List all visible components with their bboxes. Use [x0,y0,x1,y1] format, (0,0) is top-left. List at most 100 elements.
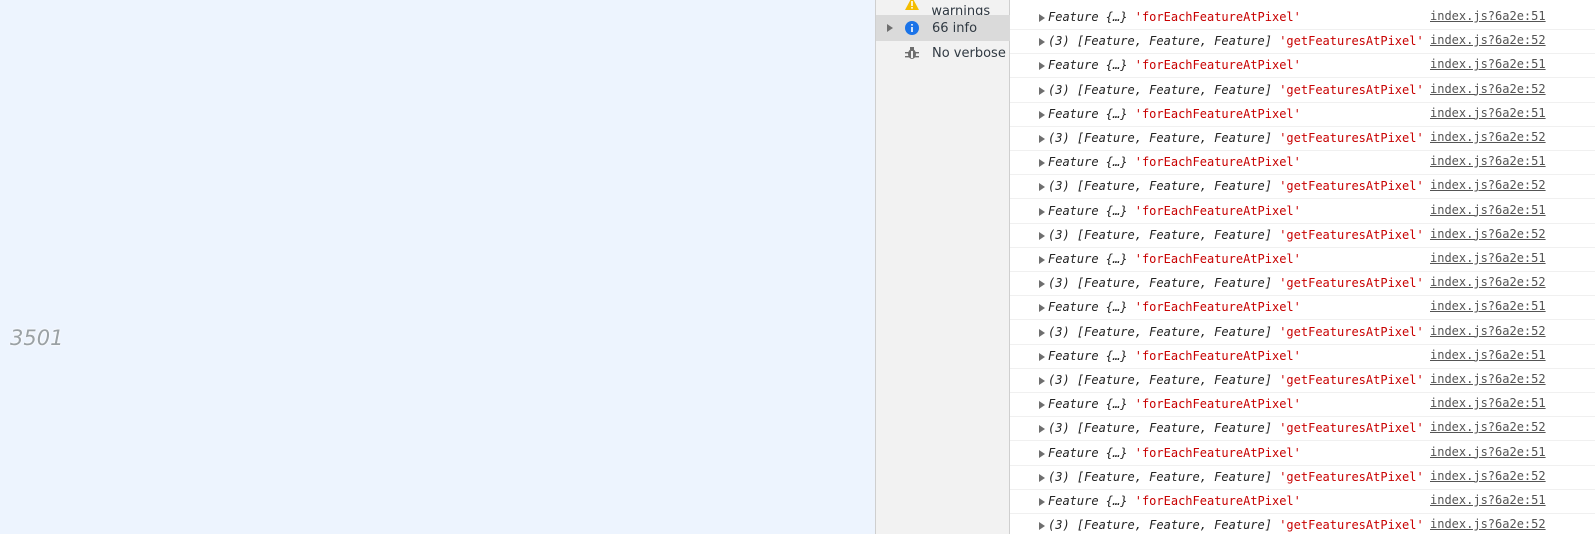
message-object[interactable]: (3) [Feature, Feature, Feature] 'getFeat… [1048,325,1424,339]
message-object[interactable]: (3) [Feature, Feature, Feature] 'getFeat… [1048,179,1424,193]
message-object[interactable]: Feature {…} 'forEachFeatureAtPixel' [1048,10,1301,24]
expand-triangle-icon[interactable] [1039,256,1045,264]
console-message-row[interactable]: (3) [Feature, Feature, Feature] 'getFeat… [1010,514,1595,534]
console-message-row[interactable]: (3) [Feature, Feature, Feature] 'getFeat… [1010,30,1595,55]
message-object-text: (3) [Feature, Feature, Feature] [1048,179,1272,194]
message-object[interactable]: Feature {…} 'forEachFeatureAtPixel' [1048,155,1301,169]
source-link[interactable]: index.js?6a2e:51 [1430,57,1546,71]
console-message-row[interactable]: Feature {…} 'forEachFeatureAtPixel' index… [1010,490,1595,514]
sidebar-item-verbose[interactable]: No verbose [876,40,1011,66]
source-link[interactable]: index.js?6a2e:51 [1430,203,1546,217]
expand-triangle-icon[interactable] [1039,231,1045,240]
console-message-row[interactable]: Feature {…} 'forEachFeatureAtPixel' index… [1010,6,1595,30]
source-link[interactable]: index.js?6a2e:52 [1430,275,1546,289]
expand-triangle-icon[interactable] [1039,183,1045,192]
console-message-row[interactable]: (3) [Feature, Feature, Feature] 'getFeat… [1010,175,1595,200]
message-object[interactable]: Feature {…} 'forEachFeatureAtPixel' [1048,58,1301,72]
message-object-text: Feature {…} [1048,494,1128,508]
message-object[interactable]: Feature {…} 'forEachFeatureAtPixel' [1048,446,1301,460]
console-message-row[interactable]: Feature {…} 'forEachFeatureAtPixel' index… [1010,296,1595,321]
console-message-row[interactable]: (3) [Feature, Feature, Feature] 'getFeat… [1010,127,1595,151]
expand-triangle-icon[interactable] [1039,401,1045,410]
source-link[interactable]: index.js?6a2e:51 [1430,493,1546,507]
source-link[interactable]: index.js?6a2e:52 [1430,324,1546,338]
source-link[interactable]: index.js?6a2e:52 [1430,227,1546,241]
console-message-row[interactable]: (3) [Feature, Feature, Feature] 'getFeat… [1010,466,1595,490]
console-message-row[interactable]: Feature {…} 'forEachFeatureAtPixel' index… [1010,442,1595,466]
console-message-row[interactable]: Feature {…} 'forEachFeatureAtPixel' index… [1010,200,1595,224]
source-link[interactable]: index.js?6a2e:52 [1430,130,1546,144]
expand-triangle-icon[interactable] [1039,110,1045,119]
message-object[interactable]: Feature {…} 'forEachFeatureAtPixel' [1048,300,1301,314]
expand-triangle-icon[interactable] [1039,38,1045,47]
message-object[interactable]: (3) [Feature, Feature, Feature] 'getFeat… [1048,373,1424,387]
expand-triangle-icon[interactable] [1039,62,1045,71]
source-link[interactable]: index.js?6a2e:52 [1430,420,1546,434]
message-string: 'getFeaturesAtPixel' [1279,518,1424,533]
expand-arrow-icon[interactable] [876,23,904,33]
console-message-row[interactable]: Feature {…} 'forEachFeatureAtPixel' index… [1010,103,1595,127]
source-link[interactable]: index.js?6a2e:51 [1430,154,1546,168]
message-object[interactable]: (3) [Feature, Feature, Feature] 'getFeat… [1048,470,1424,484]
message-string: 'getFeaturesAtPixel' [1279,179,1424,194]
source-link[interactable]: index.js?6a2e:51 [1430,396,1546,410]
message-object-text: Feature {…} [1048,10,1128,24]
sidebar-item-info[interactable]: 66 info [876,15,1011,41]
console-message-row[interactable]: Feature {…} 'forEachFeatureAtPixel' index… [1010,54,1595,79]
expand-triangle-icon[interactable] [1039,159,1045,168]
message-string: 'forEachFeatureAtPixel' [1134,494,1301,508]
source-link[interactable]: index.js?6a2e:52 [1430,372,1546,386]
expand-triangle-icon[interactable] [1039,86,1045,95]
message-object-text: (3) [Feature, Feature, Feature] [1048,469,1272,484]
expand-triangle-icon[interactable] [1039,135,1045,143]
source-link[interactable]: index.js?6a2e:52 [1430,82,1546,96]
expand-triangle-icon[interactable] [1039,449,1045,458]
console-message-row[interactable]: Feature {…} 'forEachFeatureAtPixel' index… [1010,248,1595,272]
source-link[interactable]: index.js?6a2e:51 [1430,299,1546,313]
expand-triangle-icon[interactable] [1039,425,1045,434]
console-message-row[interactable]: Feature {…} 'forEachFeatureAtPixel' index… [1010,393,1595,418]
message-object[interactable]: (3) [Feature, Feature, Feature] 'getFeat… [1048,131,1424,145]
map-canvas[interactable]: 3501 [0,0,875,534]
message-object[interactable]: Feature {…} 'forEachFeatureAtPixel' [1048,494,1301,508]
console-message-row[interactable]: Feature {…} 'forEachFeatureAtPixel' index… [1010,345,1595,369]
console-message-row[interactable]: (3) [Feature, Feature, Feature] 'getFeat… [1010,79,1595,103]
source-link[interactable]: index.js?6a2e:52 [1430,517,1546,531]
console-message-row[interactable]: (3) [Feature, Feature, Feature] 'getFeat… [1010,224,1595,248]
source-link[interactable]: index.js?6a2e:52 [1430,33,1546,47]
message-object[interactable]: Feature {…} 'forEachFeatureAtPixel' [1048,204,1301,218]
console-message-row[interactable]: Feature {…} 'forEachFeatureAtPixel' index… [1010,151,1595,176]
message-object[interactable]: Feature {…} 'forEachFeatureAtPixel' [1048,349,1301,363]
source-link[interactable]: index.js?6a2e:51 [1430,348,1546,362]
console-message-row[interactable]: (3) [Feature, Feature, Feature] 'getFeat… [1010,369,1595,393]
console-message-row[interactable]: (3) [Feature, Feature, Feature] 'getFeat… [1010,272,1595,297]
message-object-text: (3) [Feature, Feature, Feature] [1048,34,1272,49]
message-object[interactable]: (3) [Feature, Feature, Feature] 'getFeat… [1048,34,1424,48]
source-link[interactable]: index.js?6a2e:52 [1430,469,1546,483]
message-object[interactable]: Feature {…} 'forEachFeatureAtPixel' [1048,252,1301,266]
expand-triangle-icon[interactable] [1039,304,1045,313]
source-link[interactable]: index.js?6a2e:51 [1430,251,1546,265]
expand-triangle-icon[interactable] [1039,280,1045,289]
message-object[interactable]: (3) [Feature, Feature, Feature] 'getFeat… [1048,276,1424,290]
expand-triangle-icon[interactable] [1039,377,1045,385]
expand-triangle-icon[interactable] [1039,352,1045,361]
expand-triangle-icon[interactable] [1039,207,1045,216]
message-object[interactable]: (3) [Feature, Feature, Feature] 'getFeat… [1048,228,1424,242]
source-link[interactable]: index.js?6a2e:51 [1430,445,1546,459]
message-object[interactable]: (3) [Feature, Feature, Feature] 'getFeat… [1048,421,1424,435]
expand-triangle-icon[interactable] [1039,498,1045,506]
console-message-row[interactable]: (3) [Feature, Feature, Feature] 'getFeat… [1010,321,1595,345]
expand-triangle-icon[interactable] [1039,328,1045,337]
source-link[interactable]: index.js?6a2e:51 [1430,9,1546,23]
source-link[interactable]: index.js?6a2e:52 [1430,178,1546,192]
expand-triangle-icon[interactable] [1039,473,1045,482]
message-object[interactable]: (3) [Feature, Feature, Feature] 'getFeat… [1048,83,1424,97]
console-message-row[interactable]: (3) [Feature, Feature, Feature] 'getFeat… [1010,417,1595,442]
message-object[interactable]: (3) [Feature, Feature, Feature] 'getFeat… [1048,518,1424,532]
expand-triangle-icon[interactable] [1039,522,1045,531]
expand-triangle-icon[interactable] [1039,14,1045,22]
message-object[interactable]: Feature {…} 'forEachFeatureAtPixel' [1048,107,1301,121]
source-link[interactable]: index.js?6a2e:51 [1430,106,1546,120]
message-object[interactable]: Feature {…} 'forEachFeatureAtPixel' [1048,397,1301,411]
